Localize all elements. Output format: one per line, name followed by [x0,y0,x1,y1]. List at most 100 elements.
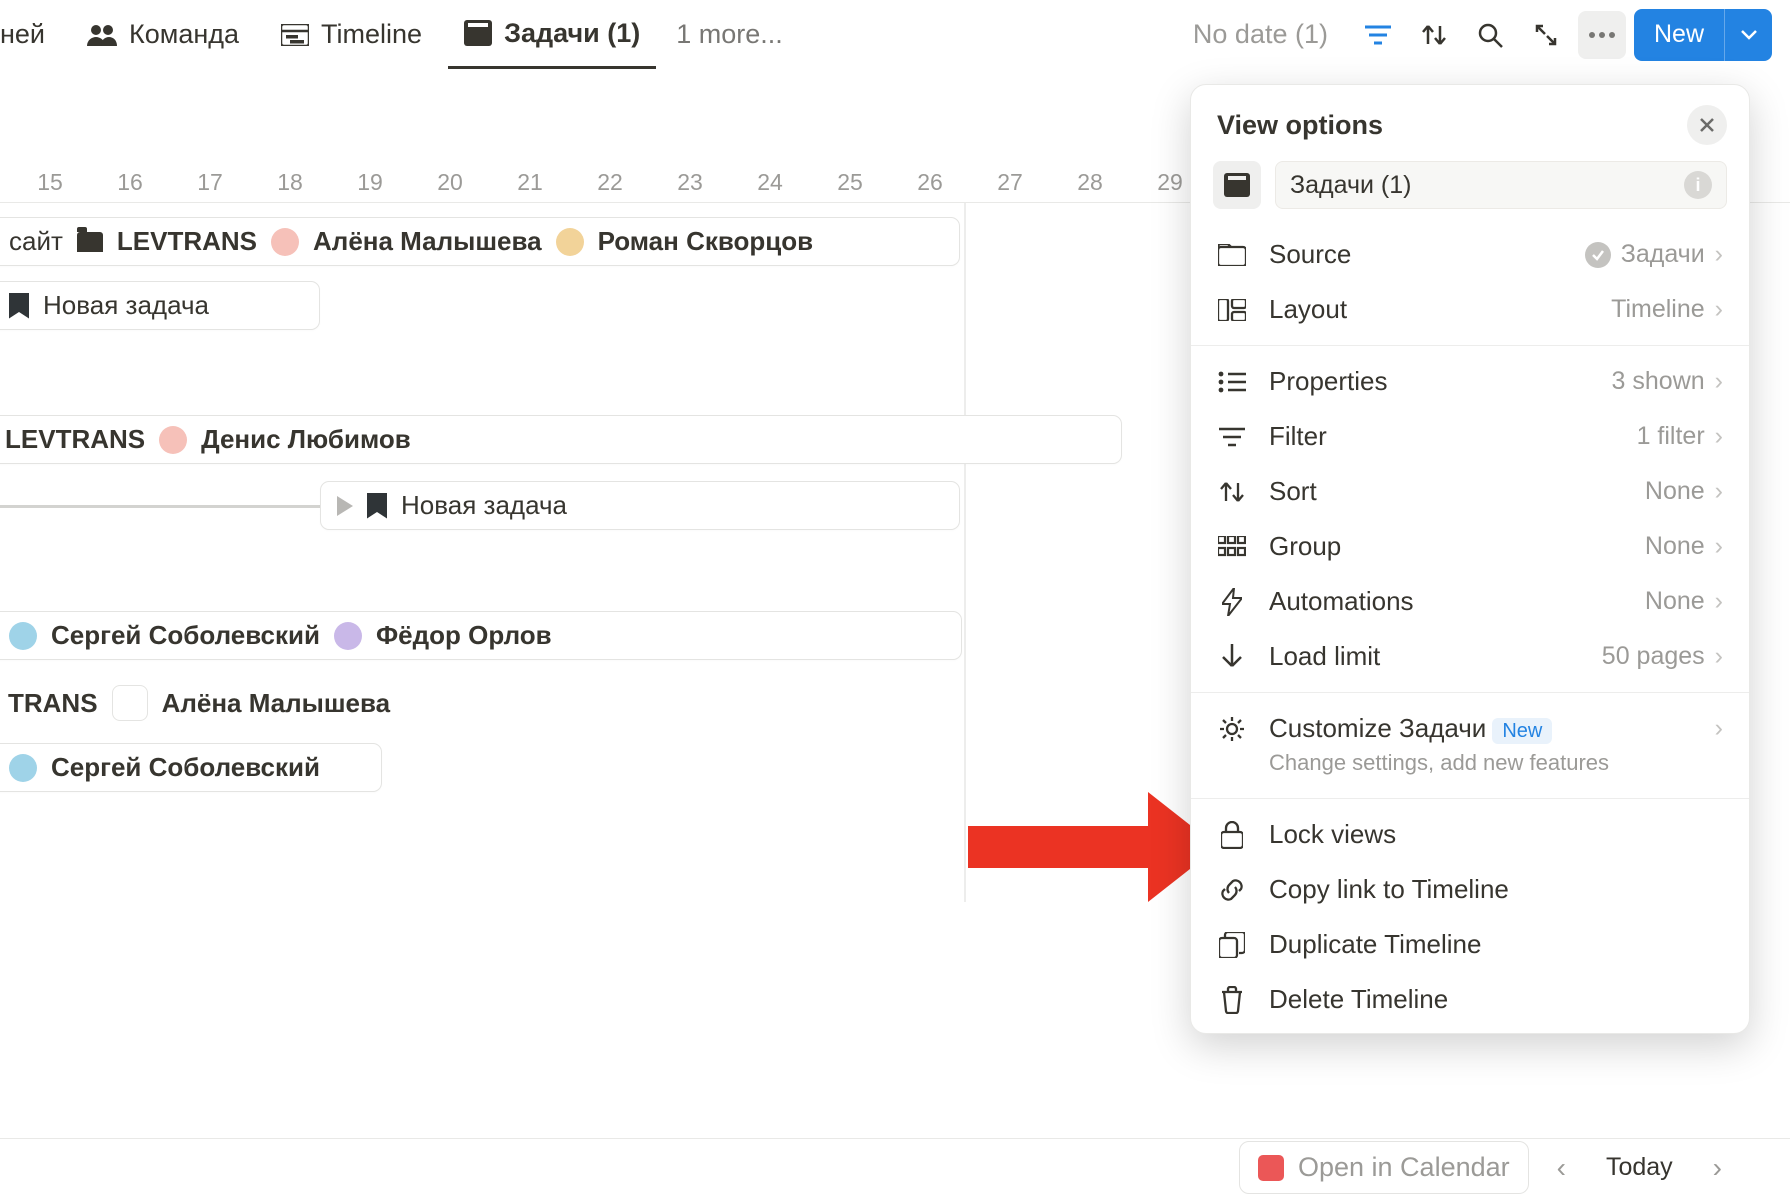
close-icon [1698,116,1716,134]
search-button[interactable] [1466,11,1514,59]
tab-label: Timeline [321,19,422,50]
open-in-calendar-label: Open in Calendar [1298,1152,1510,1183]
tab-partial[interactable]: ней [0,0,61,69]
person-name: Алёна Малышева [162,688,391,719]
chevron-right-icon: › [1715,587,1723,616]
card-text: TRANS [8,688,98,719]
date-cell: 28 [1050,169,1130,196]
card-text: Новая задача [401,490,567,521]
expand-button[interactable] [1522,11,1570,59]
person-name: Сергей Соболевский [51,620,320,651]
row-customize[interactable]: Customize ЗадачиNew › [1191,701,1749,756]
folder-label: LEVTRANS [5,424,145,455]
customize-subtitle: Change settings, add new features [1191,750,1749,790]
arrow-down-icon [1217,644,1247,670]
sort-button[interactable] [1410,11,1458,59]
view-name-row: Задачи (1) i [1213,161,1727,209]
row-sort[interactable]: Sort None› [1191,464,1749,519]
no-date-label[interactable]: No date (1) [1175,19,1346,50]
dependency-line [0,505,322,508]
date-cell: 23 [650,169,730,196]
person-name: Денис Любимов [201,424,411,455]
expand-icon[interactable] [337,496,353,516]
person-name: Алёна Малышева [313,226,542,257]
timeline-card[interactable]: Новая задача [0,281,320,330]
chevron-right-icon: › [1715,295,1723,324]
check-icon [1585,242,1611,268]
people-icon [87,24,117,46]
folder-icon [1217,244,1247,266]
row-load-limit[interactable]: Load limit 50 pages› [1191,629,1749,684]
chevron-right-icon: › [1715,422,1723,451]
chevron-right-icon: › [1715,477,1723,506]
group-icon [1217,536,1247,558]
date-cell: 22 [570,169,650,196]
lock-icon [1217,821,1247,849]
new-button-label: New [1634,20,1724,49]
row-group[interactable]: Group None› [1191,519,1749,574]
close-button[interactable] [1687,105,1727,145]
timeline-card[interactable]: сайт LEVTRANS Алёна Малышева Роман Сквор… [0,217,960,266]
new-button[interactable]: New [1634,9,1772,61]
person-name: Сергей Соболевский [51,752,320,783]
panel-title: View options [1217,110,1383,141]
row-layout[interactable]: Layout Timeline› [1191,282,1749,337]
date-cell: 27 [970,169,1050,196]
gear-icon [1217,715,1247,743]
separator [1191,798,1749,799]
row-copy-link[interactable]: Copy link to Timeline [1191,862,1749,917]
avatar [556,228,584,256]
tab-team[interactable]: Команда [71,0,255,69]
bookmark-icon [9,293,29,319]
next-button[interactable]: › [1705,1148,1730,1188]
timeline-card[interactable]: Сергей Соболевский [0,743,382,792]
bottom-controls: Open in Calendar ‹ Today › [1239,1141,1730,1194]
row-filter[interactable]: Filter 1 filter› [1191,409,1749,464]
list-icon [1217,371,1247,393]
chevron-right-icon: › [1715,367,1723,396]
row-delete[interactable]: Delete Timeline [1191,972,1749,1027]
card-text: Новая задача [43,290,209,321]
calendar-icon [1258,1155,1284,1181]
tab-tasks[interactable]: Задачи (1) [448,0,656,69]
open-in-calendar-bottom[interactable]: Open in Calendar [1239,1141,1529,1194]
row-properties[interactable]: Properties 3 shown› [1191,354,1749,409]
row-lock[interactable]: Lock views [1191,807,1749,862]
row-source[interactable]: Source Задачи› [1191,227,1749,282]
more-button[interactable] [1578,11,1626,59]
view-options-panel: View options Задачи (1) i Source Задачи›… [1190,84,1750,1034]
date-cell: 21 [490,169,570,196]
row-duplicate[interactable]: Duplicate Timeline [1191,917,1749,972]
info-icon[interactable]: i [1684,171,1712,199]
avatar [271,228,299,256]
date-cell: 19 [330,169,410,196]
date-cell: 18 [250,169,330,196]
bookmark-icon [367,493,387,519]
timeline-card[interactable]: LEVTRANS Денис Любимов [0,415,1122,464]
row-automations[interactable]: Automations None› [1191,574,1749,629]
view-tabs: ней Команда Timeline Задачи (1) 1 more..… [0,0,793,69]
person-name: Роман Скворцов [598,226,814,257]
chevron-right-icon: › [1715,240,1723,269]
timeline-card[interactable]: Новая задача [320,481,960,530]
view-name-input[interactable]: Задачи (1) i [1275,161,1727,209]
tab-label: Команда [129,19,239,50]
link-icon [1217,876,1247,904]
timeline-card[interactable]: Сергей Соболевский Фёдор Орлов [0,611,962,660]
timeline-card[interactable]: TRANS Алёна Малышева [0,677,406,729]
tab-timeline[interactable]: Timeline [265,0,438,69]
tabs-more[interactable]: 1 more... [666,19,793,50]
prev-button[interactable]: ‹ [1549,1148,1574,1188]
new-badge: New [1492,718,1552,744]
avatar [112,685,148,721]
date-cell: 15 [10,169,90,196]
date-cell: 16 [90,169,170,196]
tab-label: Задачи (1) [504,18,640,49]
view-name-value: Задачи (1) [1290,171,1411,200]
today-button[interactable]: Today [1594,1145,1685,1190]
board-icon[interactable] [1213,161,1261,209]
filter-button[interactable] [1354,11,1402,59]
chevron-right-icon: › [1715,532,1723,561]
tab-label: ней [0,19,45,50]
new-button-dropdown[interactable] [1724,9,1772,61]
